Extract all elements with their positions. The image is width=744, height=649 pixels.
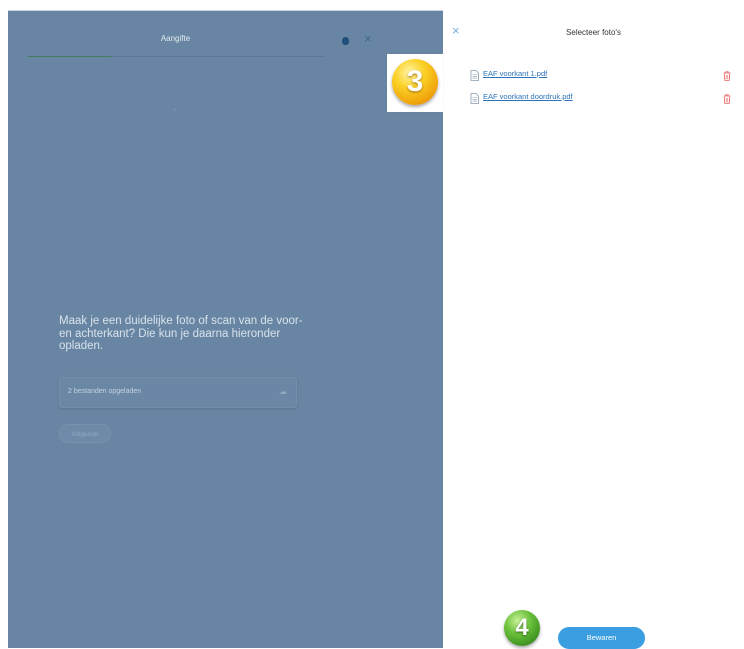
progress-bar — [28, 56, 325, 57]
save-button[interactable]: Bewaren — [558, 627, 645, 649]
close-icon[interactable]: × — [364, 32, 372, 46]
step-4-number: 4 — [504, 610, 540, 646]
select-photos-panel: × Selecteer foto's EAF voorkant 1.pdf EA… — [443, 10, 744, 649]
step-3-number: 3 — [392, 59, 438, 105]
app-title: Aangifte — [160, 34, 191, 43]
next-button[interactable]: Volgende — [59, 424, 111, 443]
file-link[interactable]: EAF voorkant doordruk.pdf — [483, 92, 573, 101]
cloud-upload-icon[interactable]: ☁ — [279, 387, 287, 396]
panel-title: Selecteer foto's — [566, 28, 621, 37]
trash-icon[interactable] — [723, 68, 731, 86]
trash-icon[interactable] — [723, 91, 731, 109]
arrow-up-icon: ↑ — [172, 106, 177, 117]
file-row: EAF voorkant doordruk.pdf — [467, 91, 737, 104]
document-icon — [470, 68, 479, 86]
upload-field[interactable]: 2 bestanden opgeladen ☁ — [59, 377, 297, 408]
application-background: Aangifte × ↑ Maak je een duidelijke foto… — [8, 10, 443, 648]
instruction-text: Maak je een duidelijke foto of scan van … — [59, 315, 303, 352]
step-4-badge: 4 — [500, 607, 546, 648]
file-link[interactable]: EAF voorkant 1.pdf — [483, 69, 547, 78]
progress-bar-fill — [28, 56, 112, 57]
help-drop-icon[interactable] — [342, 37, 349, 45]
upload-status: 2 bestanden opgeladen — [68, 388, 142, 395]
document-icon — [470, 91, 479, 109]
top-divider — [8, 10, 443, 11]
file-row: EAF voorkant 1.pdf — [467, 68, 737, 81]
step-3-badge: 3 — [387, 54, 443, 112]
